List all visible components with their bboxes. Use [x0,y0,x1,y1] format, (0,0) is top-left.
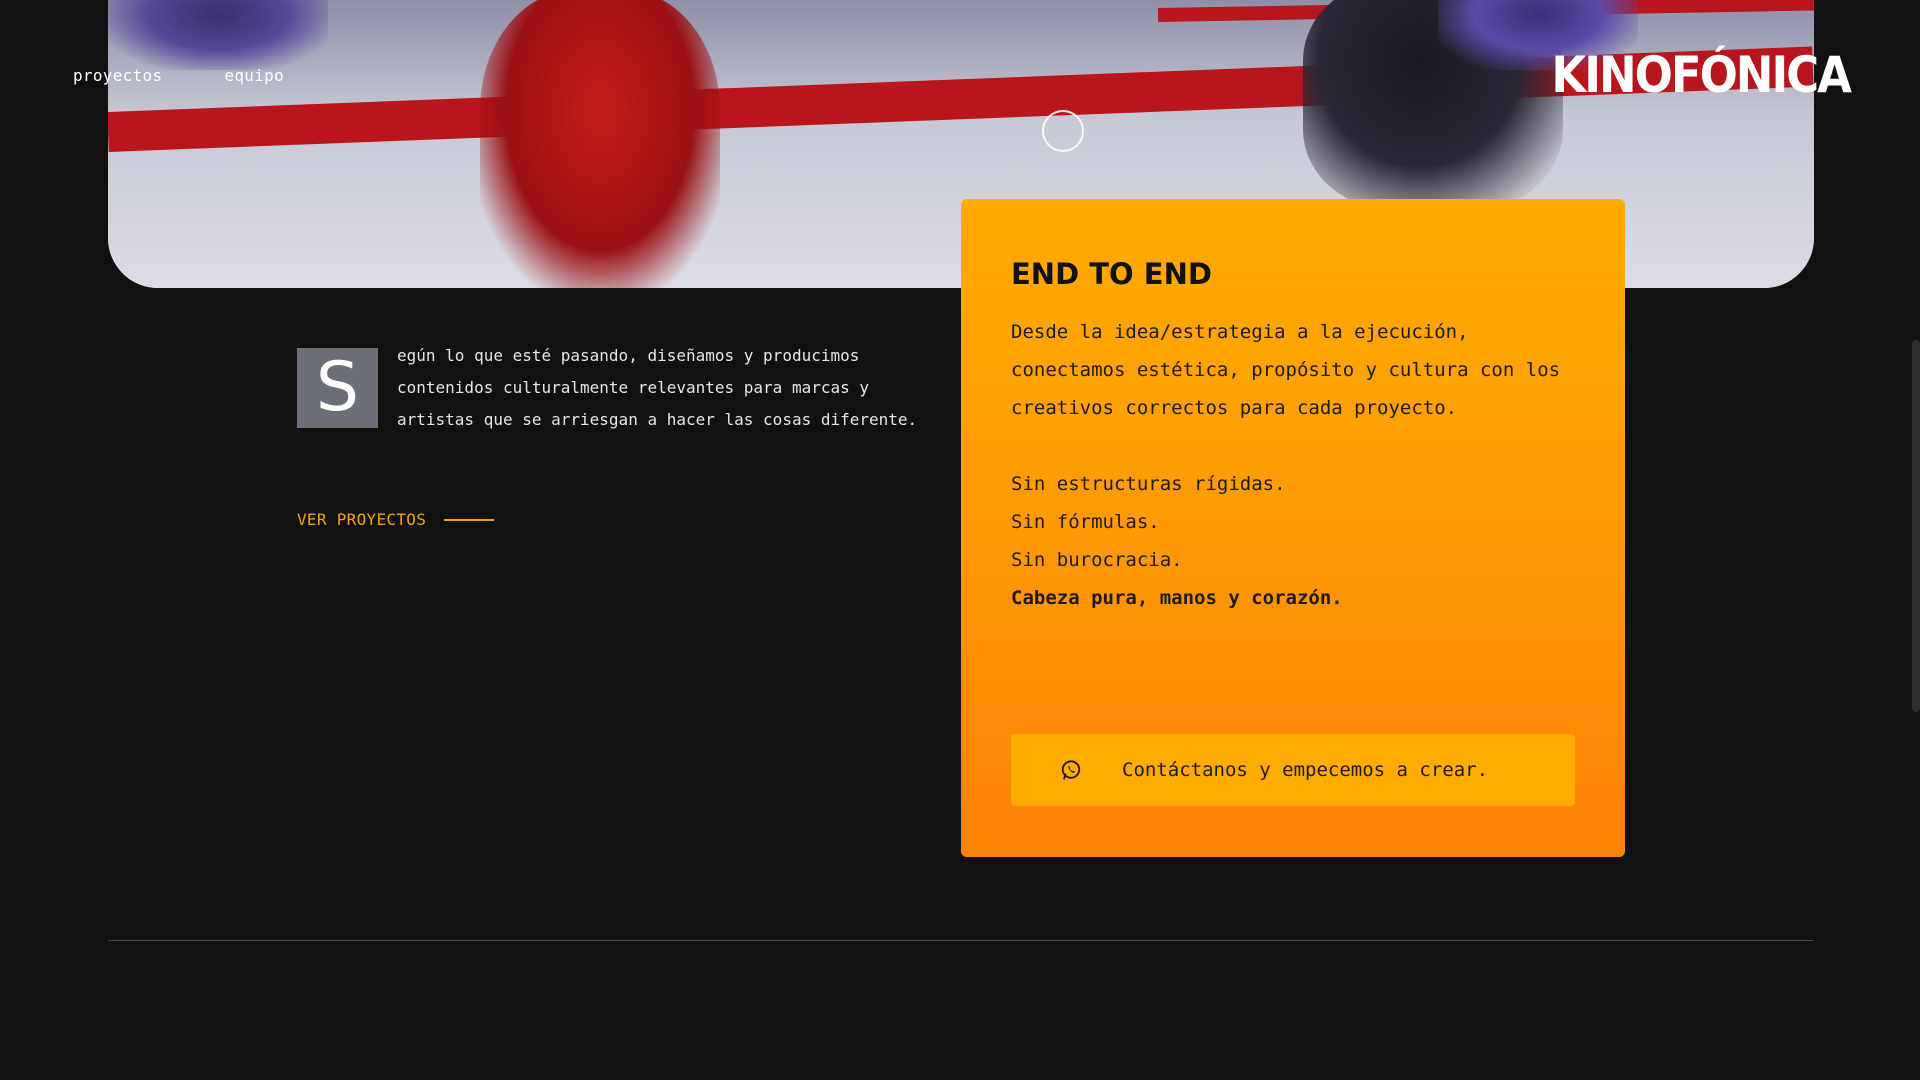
cursor-ring [1042,110,1084,152]
ver-proyectos-link[interactable]: VER PROYECTOS [297,510,495,529]
nav-equipo[interactable]: equipo [224,66,284,85]
nav-proyectos[interactable]: proyectos [73,66,162,85]
card-body: Desde la idea/estrategia a la ejecución,… [1011,313,1591,617]
card-line: Sin estructuras rígidas. [1011,473,1286,495]
brand-logo[interactable]: KINOFÓNICA [1551,46,1852,104]
contact-button-label: Contáctanos y empecemos a crear. [1122,759,1489,781]
ver-proyectos-label: VER PROYECTOS [297,510,427,529]
card-closing: Cabeza pura, manos y corazón. [1011,587,1343,609]
dropcap-letter: S [297,348,378,428]
card-line: Sin fórmulas. [1011,511,1160,533]
card-paragraph: Desde la idea/estrategia a la ejecución,… [1011,321,1561,419]
section-divider [108,940,1814,941]
contact-button[interactable]: Contáctanos y empecemos a crear. [1011,734,1575,806]
scrollbar-thumb[interactable] [1912,340,1920,712]
end-to-end-card: END TO END Desde la idea/estrategia a la… [961,199,1625,857]
link-underline-dash [444,518,495,521]
whatsapp-icon [1061,760,1081,780]
card-title: END TO END [1011,257,1212,291]
card-line: Sin burocracia. [1011,549,1183,571]
main-nav: proyectos equipo [73,66,284,85]
intro-text: egún lo que esté pasando, diseñamos y pr… [397,346,918,429]
hero-figure-left [108,0,328,70]
hero-figure-red [480,0,720,288]
